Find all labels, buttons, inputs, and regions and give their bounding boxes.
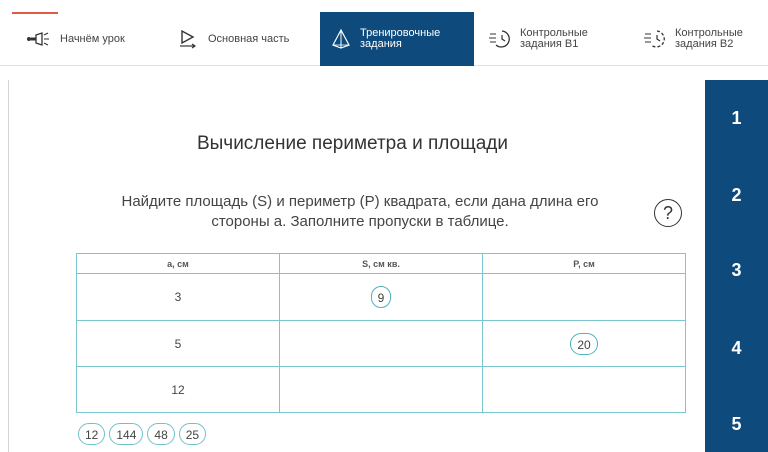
cell-perimeter-drop[interactable] [482,366,686,413]
table-header-row: a, см S, см кв. P, см [76,253,686,274]
task-button-1[interactable]: 1 [705,108,768,129]
header-area: S, см кв. [279,253,483,274]
option-chip[interactable]: 12 [78,423,106,445]
option-chip[interactable]: 48 [147,423,175,445]
task-instruction: Найдите площадь (S) и периметр (P) квадр… [90,192,630,232]
tab-training-tasks[interactable]: Тренировочные задания [320,12,474,66]
table-row: 3 9 [76,273,686,321]
answer-table: a, см S, см кв. P, см 3 9 5 20 12 [76,253,686,413]
tab-b1-label: Контрольные задания В1 [520,28,588,50]
tab-b2-label: Контрольные задания В2 [675,28,743,50]
table-row: 5 20 [76,320,686,367]
header-side: a, см [76,253,280,274]
tab-b1-label-line2: задания В1 [520,38,579,50]
timer-icon [643,28,667,50]
tab-b2-label-line2: задания В2 [675,38,734,50]
help-button[interactable]: ? [654,199,682,227]
pyramid-icon [330,28,352,50]
tab-training-label-line2: задания [360,38,402,50]
flashlight-icon [26,31,52,47]
header-perimeter: P, см [482,253,686,274]
task-button-3[interactable]: 3 [705,260,768,281]
cell-side: 12 [76,366,280,413]
cell-side: 5 [76,320,280,367]
cell-perimeter-drop[interactable] [482,273,686,321]
tab-main-part[interactable]: Основная часть [170,12,315,66]
placed-answer-chip[interactable]: 20 [570,332,598,355]
cell-perimeter-drop[interactable]: 20 [482,320,686,367]
cell-area-drop[interactable] [279,320,483,367]
option-chip[interactable]: 25 [178,423,207,445]
table-row: 12 [76,366,686,413]
placed-answer-chip[interactable]: 9 [370,286,392,308]
tab-start-label: Начнём урок [60,32,125,45]
timer-icon [488,28,512,50]
cell-area-drop[interactable]: 9 [279,273,483,321]
top-navigation: Начнём урок Основная часть Тренировочные… [0,0,768,66]
task-number-sidebar: 1 2 3 4 5 [705,80,768,452]
task-button-2[interactable]: 2 [705,185,768,206]
tab-start-lesson[interactable]: Начнём урок [20,12,165,66]
option-chip[interactable]: 144 [109,423,144,445]
task-button-5[interactable]: 5 [705,414,768,435]
instruction-line2: стороны a. Заполните пропуски в таблице. [211,213,509,230]
tab-main-label: Основная часть [208,32,290,45]
tab-training-label: Тренировочные задания [360,28,440,50]
cell-side: 3 [76,273,280,321]
page-title: Вычисление периметра и площади [196,133,509,154]
cell-area-drop[interactable] [279,366,483,413]
tab-control-b2[interactable]: Контрольные задания В2 [635,12,768,66]
answer-options: 12 144 48 25 [78,423,207,445]
tab-control-b1[interactable]: Контрольные задания В1 [480,12,620,66]
task-button-4[interactable]: 4 [705,338,768,359]
play-icon [178,29,200,49]
instruction-line1: Найдите площадь (S) и периметр (P) квадр… [121,193,599,210]
